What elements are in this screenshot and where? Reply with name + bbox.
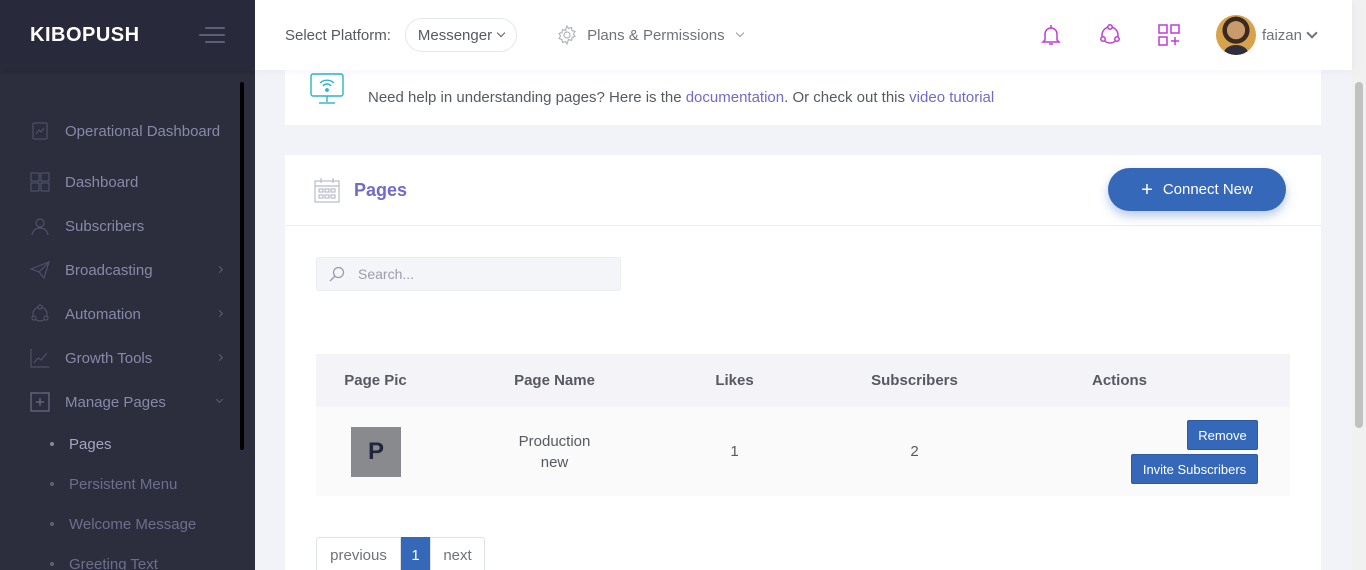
top-header: Select Platform: Messenger Plans & Permi…	[255, 0, 1352, 70]
column-header[interactable]: Page Name	[435, 372, 674, 389]
apps-grid-icon[interactable]	[1157, 23, 1181, 47]
sidebar-item-manage-pages[interactable]: Manage Pages	[0, 380, 240, 424]
sidebar-item-label: Dashboard	[65, 173, 139, 191]
avatar[interactable]	[1215, 15, 1256, 55]
column-header[interactable]: Subscribers	[795, 372, 1034, 389]
page-pic-cell: P	[316, 426, 435, 477]
chevron-right-icon	[215, 309, 224, 318]
help-prefix: Need help in understanding pages? Here i…	[368, 89, 686, 106]
sidebar-item-label: Broadcasting	[65, 261, 153, 279]
invite-subscribers-button[interactable]: Invite Subscribers	[1131, 454, 1258, 484]
search-icon	[329, 266, 345, 282]
page-title: Pages	[354, 179, 408, 200]
platform-value: Messenger	[417, 26, 493, 44]
column-header: Actions	[1091, 372, 1147, 389]
gear-icon	[558, 25, 576, 45]
hamburger-icon[interactable]	[199, 27, 225, 43]
username[interactable]: faizan	[1262, 27, 1302, 44]
sidebar-subitem-label: Greeting Text	[69, 555, 158, 570]
sidebar-menu: Operational Dashboard Dashboard Subscrib…	[0, 108, 240, 570]
help-middle: . Or check out this	[784, 89, 910, 106]
actions-cell: Remove Invite Subscribers	[1034, 407, 1290, 496]
sidebar-item-label: Manage Pages	[65, 393, 166, 411]
plans-permissions-menu[interactable]: Plans & Permissions	[557, 25, 744, 45]
likes-cell: 1	[730, 443, 739, 460]
manage-pages-icon	[30, 392, 50, 412]
sidebar: KIBOPUSH Operational Dashboard Dashboard…	[0, 0, 255, 570]
pages-portlet: Pages + Connect New Page Pic Page Name L…	[285, 155, 1321, 570]
sidebar-item-subscribers[interactable]: Subscribers	[0, 204, 240, 248]
sidebar-item-label: Subscribers	[65, 217, 145, 235]
sidebar-subitem-welcome-message[interactable]: Welcome Message	[0, 504, 240, 544]
dashboard-grid-icon	[30, 172, 50, 192]
page-name-cell: Production new	[435, 431, 674, 473]
sidebar-item-dashboard[interactable]: Dashboard	[0, 160, 240, 204]
platform-label: Select Platform:	[285, 26, 391, 44]
portlet-header: Pages + Connect New	[285, 155, 1321, 226]
bullet-icon	[50, 562, 54, 566]
monitor-wifi-icon	[310, 73, 344, 104]
bullet-icon	[50, 442, 54, 446]
previous-page-button[interactable]: previous	[316, 537, 401, 570]
header-icons: faizan	[1039, 0, 1352, 70]
sidebar-scrollbar[interactable]	[240, 82, 244, 450]
paper-plane-icon	[30, 260, 50, 280]
page-name: Production new	[518, 432, 591, 471]
brand-bar: KIBOPUSH	[0, 0, 255, 70]
operational-dashboard-icon	[32, 122, 48, 140]
table-row: P Production new 1 2 Remove Invite Subsc…	[316, 407, 1290, 496]
plus-icon: +	[1141, 178, 1153, 201]
column-header[interactable]: Page Pic	[316, 372, 435, 389]
page-pic: P	[351, 426, 401, 477]
table-header: Page Pic Page Name Likes Subscribers Act…	[316, 354, 1290, 407]
chevron-down-icon	[735, 28, 744, 38]
chevron-right-icon	[215, 353, 224, 362]
chevron-down-icon	[215, 395, 224, 404]
page-scrollbar[interactable]	[1352, 0, 1366, 570]
next-page-button[interactable]: next	[430, 537, 485, 570]
search-input[interactable]	[358, 266, 608, 282]
sidebar-item-label: Operational Dashboard	[65, 122, 221, 140]
pagination: previous 1 next	[316, 537, 485, 570]
sidebar-subitem-label: Persistent Menu	[69, 475, 178, 493]
calendar-icon	[314, 178, 340, 203]
scrollbar-thumb[interactable]	[1355, 82, 1363, 428]
column-header[interactable]: Likes	[674, 372, 795, 389]
sidebar-item-broadcasting[interactable]: Broadcasting	[0, 248, 240, 292]
page-number-button[interactable]: 1	[401, 537, 430, 570]
sidebar-item-automation[interactable]: Automation	[0, 292, 240, 336]
bell-icon[interactable]	[1039, 23, 1063, 47]
subscribers-icon	[31, 218, 49, 236]
connect-new-button[interactable]: + Connect New	[1108, 168, 1286, 211]
pages-table: Page Pic Page Name Likes Subscribers Act…	[316, 354, 1290, 496]
chevron-down-icon[interactable]	[1306, 26, 1318, 39]
plans-label: Plans & Permissions	[587, 26, 725, 44]
sidebar-subitem-greeting-text[interactable]: Greeting Text	[0, 544, 240, 570]
sidebar-subitem-pages[interactable]: Pages	[0, 424, 240, 464]
automation-icon	[31, 304, 49, 322]
bullet-icon	[50, 482, 54, 486]
chevron-down-icon	[496, 28, 506, 38]
sidebar-item-growth-tools[interactable]: Growth Tools	[0, 336, 240, 380]
bullet-icon	[50, 522, 54, 526]
sidebar-item-operational-dashboard[interactable]: Operational Dashboard	[0, 108, 240, 154]
network-icon[interactable]	[1098, 23, 1122, 47]
help-text: Need help in understanding pages? Here i…	[368, 89, 994, 106]
connect-new-label: Connect New	[1162, 181, 1253, 198]
growth-chart-icon	[30, 349, 49, 368]
search-box[interactable]	[316, 257, 621, 291]
remove-button[interactable]: Remove	[1187, 420, 1258, 450]
sidebar-subitem-label: Welcome Message	[69, 515, 197, 533]
sidebar-item-label: Growth Tools	[65, 349, 153, 367]
subscribers-cell: 2	[910, 443, 919, 460]
video-tutorial-link[interactable]: video tutorial	[909, 89, 994, 106]
documentation-link[interactable]: documentation	[686, 89, 784, 106]
platform-select[interactable]: Messenger	[404, 18, 518, 52]
sidebar-item-label: Automation	[65, 305, 141, 323]
brand-logo: KIBOPUSH	[30, 23, 140, 46]
sidebar-subitem-persistent-menu[interactable]: Persistent Menu	[0, 464, 240, 504]
chevron-right-icon	[215, 265, 224, 274]
sidebar-subitem-label: Pages	[69, 435, 112, 453]
